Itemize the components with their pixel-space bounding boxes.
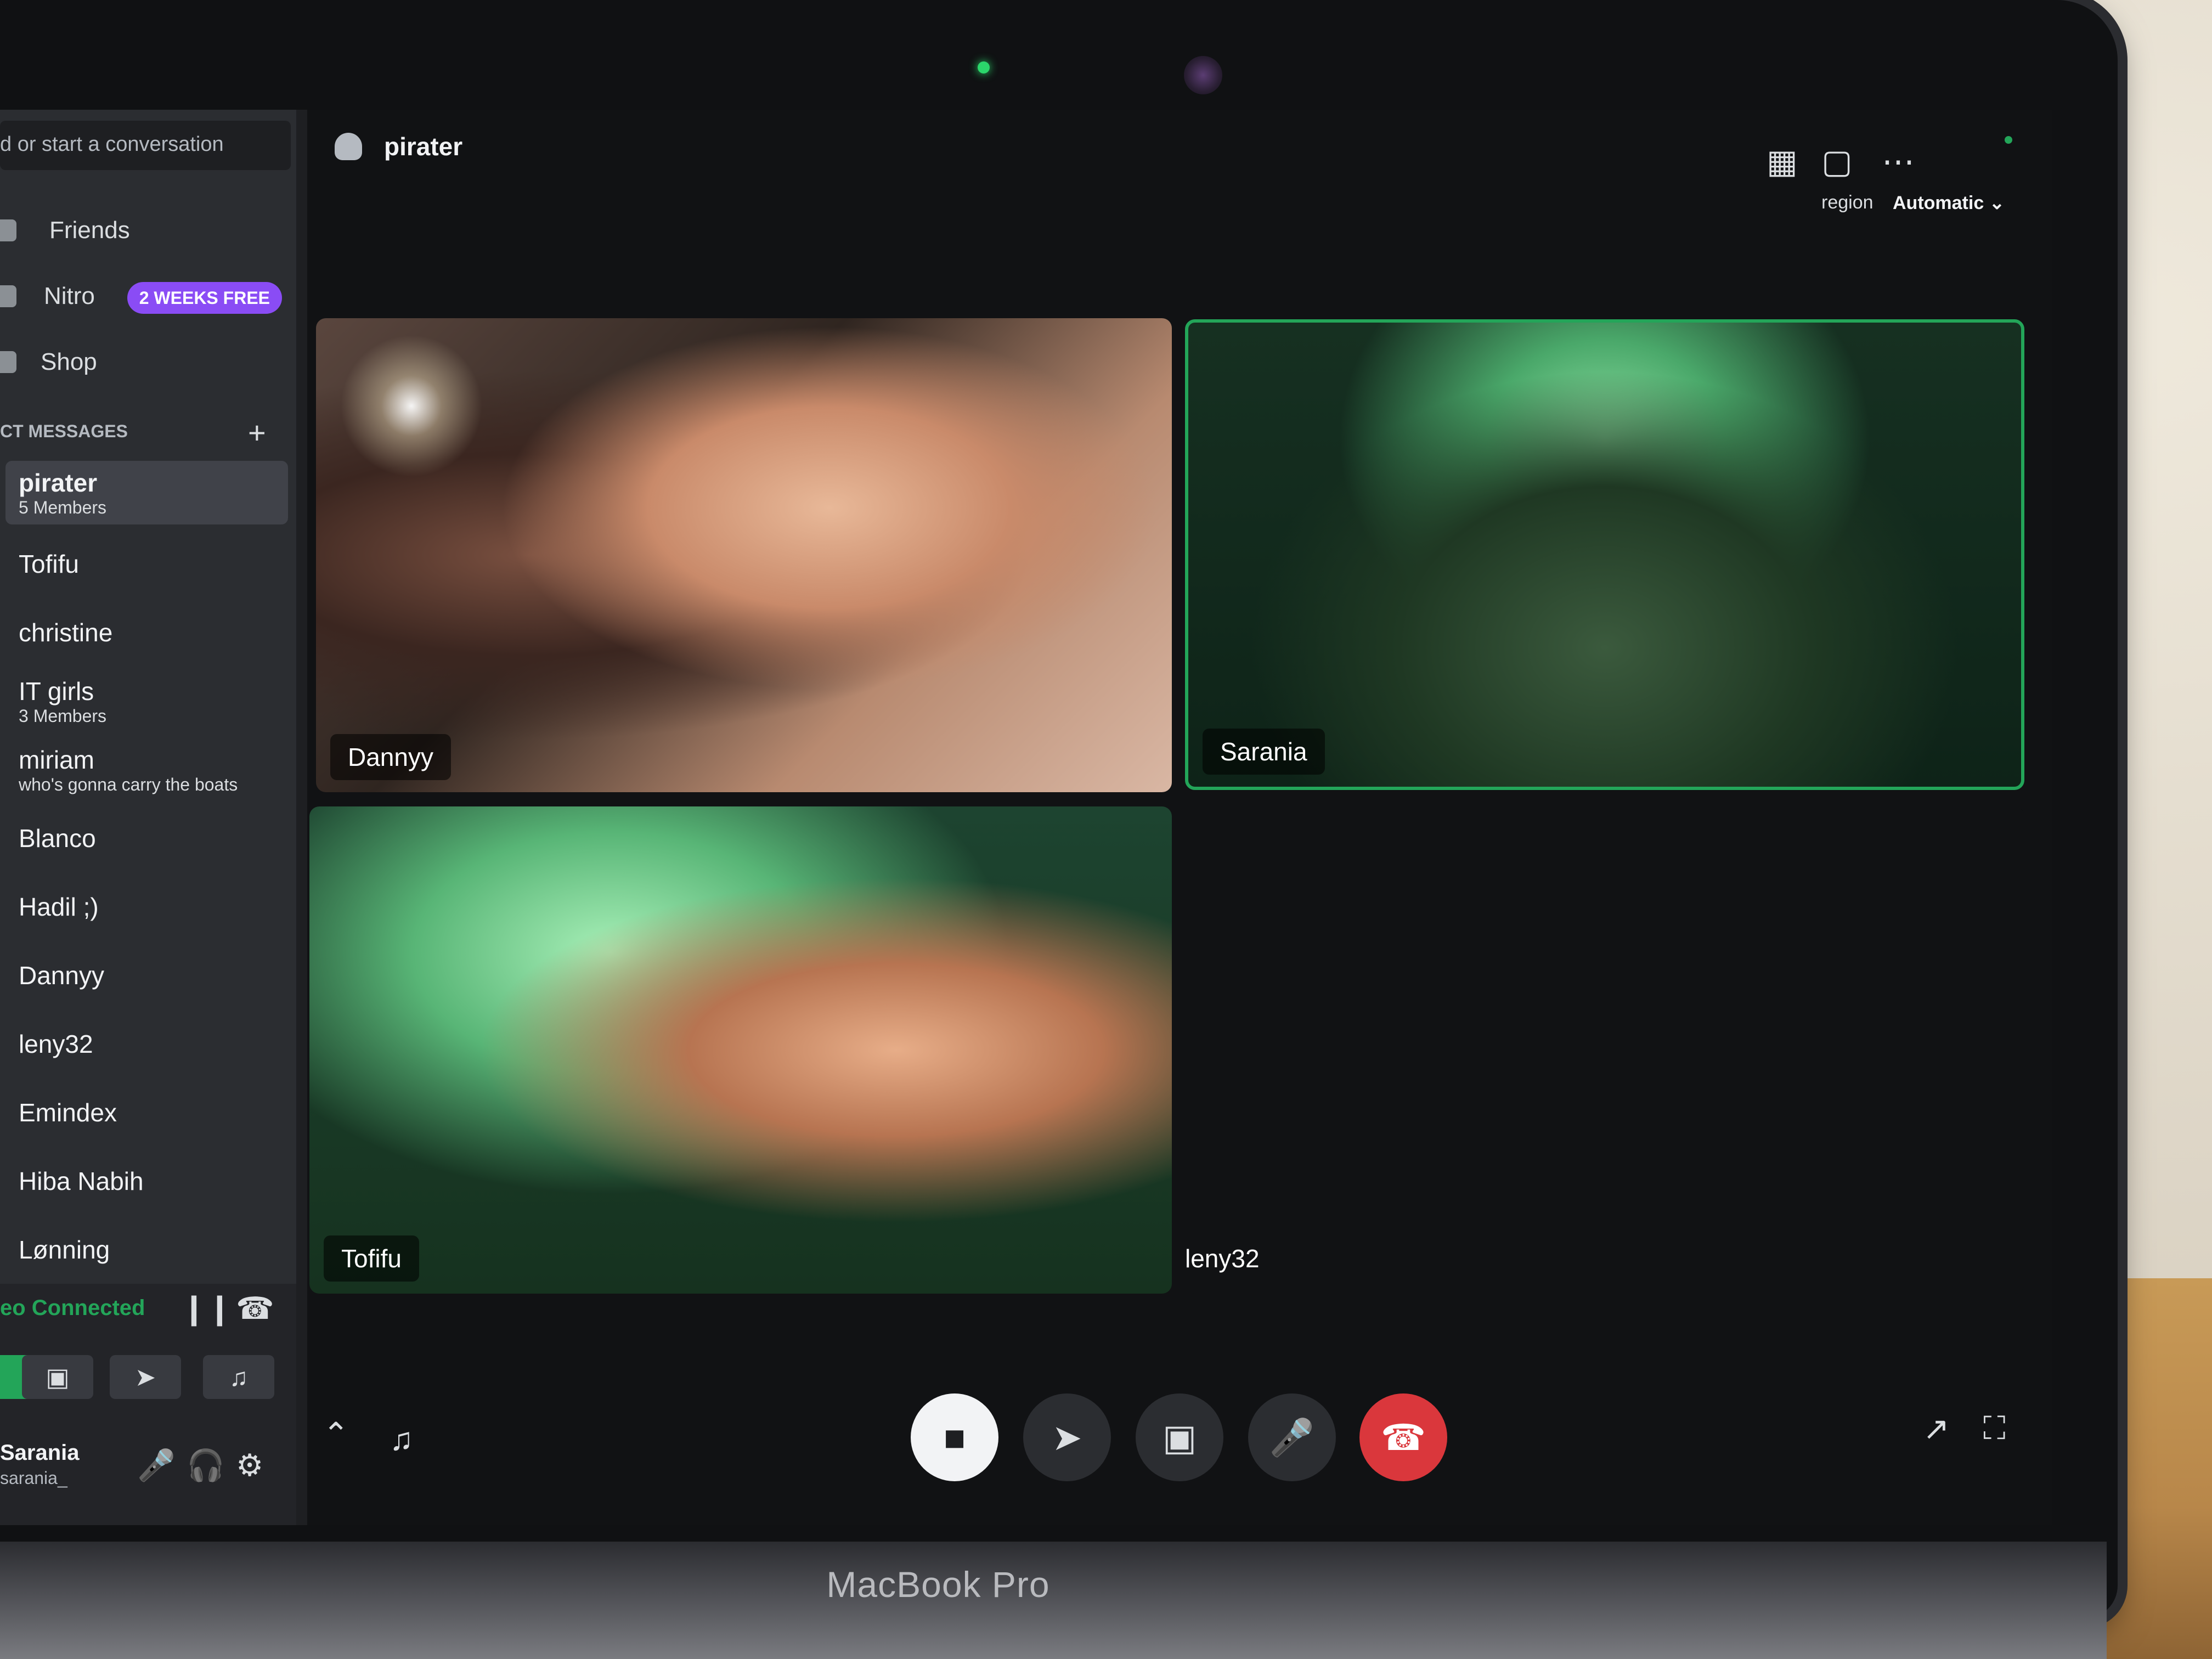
participant-name: Sarania (1203, 729, 1325, 775)
dm-item-tofifu[interactable]: Tofifu (5, 532, 288, 596)
dm-item-christine[interactable]: christine (5, 601, 288, 664)
camera-led (978, 61, 990, 74)
discord-window: d or start a conversation Friends Nitro … (0, 110, 2052, 1525)
user-tag: sarania_ (0, 1468, 67, 1488)
laptop-bezel: d or start a conversation Friends Nitro … (0, 0, 2118, 1618)
webcam (1184, 56, 1222, 94)
voice-status-panel: eo Connected ❙❙ ☎ ▣ ➤ ♫ (0, 1284, 296, 1421)
dm-name: Hadil ;) (19, 893, 99, 921)
dm-name: pirater (19, 468, 98, 497)
dm-sub: 3 Members (19, 706, 107, 726)
dm-name: Emindex (19, 1098, 117, 1127)
dm-item-dannyy[interactable]: Dannyy (5, 944, 288, 1007)
friends-icon (0, 219, 16, 241)
call-title: pirater (335, 132, 462, 161)
grid-layout-icon[interactable]: ▦ (1767, 143, 1798, 181)
nav-friends-label: Friends (49, 217, 130, 244)
dm-name: IT girls (19, 676, 94, 706)
dm-name: Hiba Nabih (19, 1167, 144, 1195)
activity-button[interactable]: ➤ (110, 1355, 181, 1399)
nitro-icon (0, 285, 16, 307)
dm-name: leny32 (19, 1030, 93, 1058)
settings-gear-icon[interactable]: ⚙ (236, 1447, 263, 1483)
video-tile-leny32[interactable]: leny32 (1185, 806, 2024, 1294)
popout-screen-icon[interactable]: ▢ (1821, 143, 1853, 181)
more-options-icon[interactable]: ⋯ (1882, 143, 1915, 181)
dm-item-pirater[interactable]: pirater 5 Members (5, 461, 288, 524)
nav-nitro[interactable]: Nitro 2 WEEKS FREE (0, 269, 291, 324)
user-name[interactable]: Sarania (0, 1441, 80, 1465)
nav-friends[interactable]: Friends (0, 203, 291, 258)
group-dm-icon (335, 133, 362, 160)
voice-activity-icon[interactable]: ❙❙ (181, 1290, 233, 1327)
mute-button[interactable]: 🎤 (1248, 1393, 1336, 1481)
dm-item-hiba-nabih[interactable]: Hiba Nabih (5, 1149, 288, 1213)
microphone-icon[interactable]: 🎤 (137, 1447, 176, 1483)
participant-name: leny32 (1185, 1244, 1260, 1273)
nitro-badge: 2 WEEKS FREE (127, 282, 282, 314)
camera-button[interactable]: ■ (911, 1393, 998, 1481)
leave-call-button[interactable]: ☎ (1359, 1393, 1447, 1481)
dm-item-miriam[interactable]: miriam who's gonna carry the boats (5, 738, 288, 802)
user-panel: Sarania sarania_ 🎤 🎧 ⚙ (0, 1421, 296, 1525)
disconnect-icon[interactable]: ☎ (236, 1290, 274, 1327)
dm-item-emindex[interactable]: Emindex (5, 1081, 288, 1144)
dm-item-blanco[interactable]: Blanco (5, 806, 288, 870)
direct-messages-header: CT MESSAGES (0, 421, 128, 441)
call-view: pirater ▦ ▢ ⋯ region Automatic ⌄ Dannyy … (307, 110, 2052, 1525)
video-tile-tofifu[interactable]: Tofifu (309, 806, 1172, 1294)
region-select[interactable]: Automatic ⌄ (1893, 192, 2005, 214)
dm-name: christine (19, 618, 113, 647)
chevron-down-icon: ⌄ (1989, 193, 2005, 213)
dm-item-hadil[interactable]: Hadil ;) (5, 875, 288, 939)
nav-nitro-label: Nitro (44, 283, 95, 309)
dm-item-it-girls[interactable]: IT girls 3 Members (5, 669, 288, 733)
region-label: region (1821, 192, 1874, 213)
dm-name: Blanco (19, 824, 96, 853)
dm-name: Dannyy (19, 961, 104, 990)
popout-icon[interactable]: ↗ (1923, 1410, 1950, 1447)
voice-connected-status: eo Connected (0, 1296, 145, 1320)
soundboard-button[interactable]: ♫ (203, 1355, 274, 1399)
participant-name: Dannyy (330, 734, 451, 780)
call-title-text: pirater (384, 132, 463, 161)
shop-icon (0, 351, 16, 373)
chevron-up-icon[interactable]: ⌃ (323, 1415, 349, 1453)
share-screen-button[interactable]: ▣ (1136, 1393, 1223, 1481)
dm-item-leny32[interactable]: leny32 (5, 1012, 288, 1076)
screen-glare (340, 335, 483, 477)
dm-name: miriam (19, 745, 94, 774)
soundboard-icon[interactable]: ♫ (390, 1421, 414, 1458)
video-tile-sarania[interactable]: Sarania (1185, 319, 2024, 790)
region-value: Automatic (1893, 193, 1984, 213)
macbook-label: MacBook Pro (826, 1564, 1050, 1605)
headphones-icon[interactable]: 🎧 (187, 1447, 225, 1483)
activity-rocket-button[interactable]: ➤ (1023, 1393, 1111, 1481)
participant-name: Tofifu (324, 1235, 419, 1282)
search-input[interactable]: d or start a conversation (0, 121, 291, 170)
dm-sidebar: d or start a conversation Friends Nitro … (0, 110, 296, 1525)
dm-sub: who's gonna carry the boats (19, 774, 238, 794)
nav-shop[interactable]: Shop (0, 335, 291, 390)
dm-item-lonning[interactable]: Lønning (5, 1218, 288, 1282)
dm-name: Lønning (19, 1235, 110, 1264)
add-dm-icon[interactable]: + (248, 415, 266, 450)
screen-share-button[interactable]: ▣ (22, 1355, 93, 1399)
status-indicator (2005, 136, 2012, 144)
nav-shop-label: Shop (41, 348, 97, 375)
fullscreen-icon[interactable]: ⛶ (1983, 1410, 2006, 1447)
dm-sub: 5 Members (19, 497, 107, 517)
dm-name: Tofifu (19, 550, 79, 578)
